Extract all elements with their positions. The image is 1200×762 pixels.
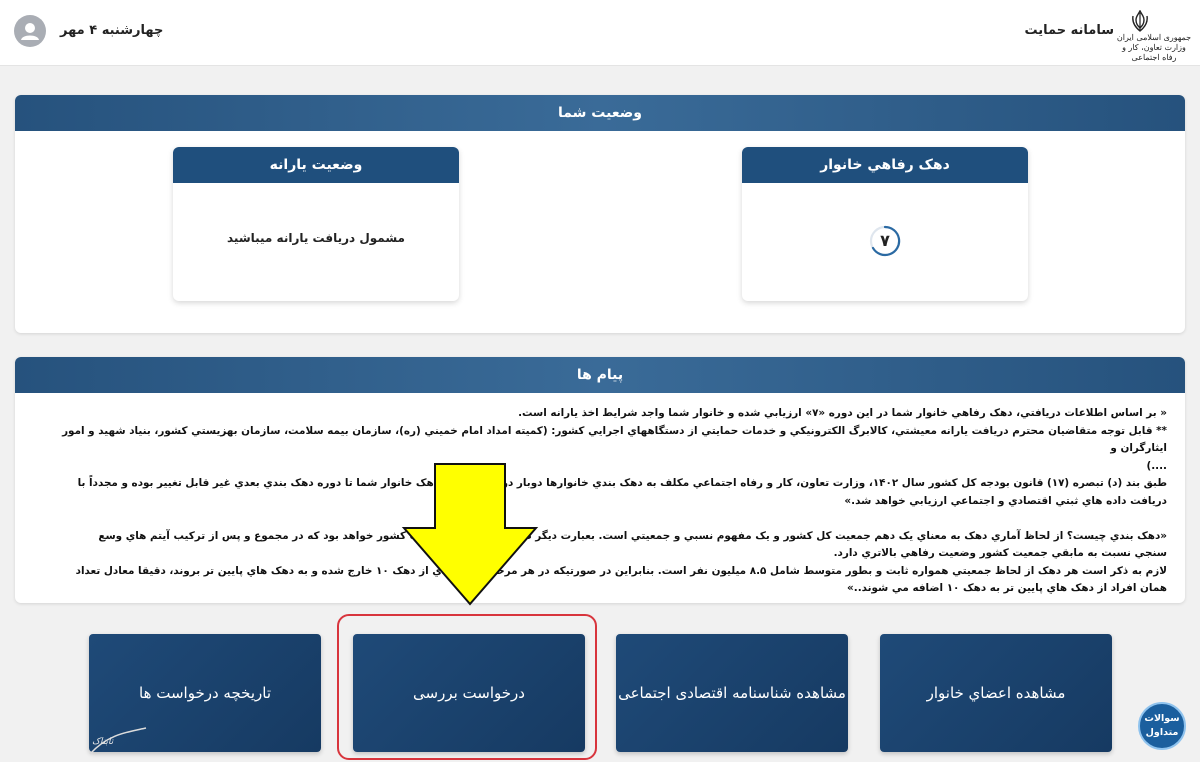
status-panel-title: وضعيت شما [15, 95, 1185, 131]
faq-button[interactable]: سوالات متداول [1138, 702, 1186, 750]
app-title: سامانه حمايت [1024, 23, 1115, 38]
top-bar: جمهوری اسلامی ایران وزارت تعاون، کار و ر… [0, 0, 1200, 66]
message-line: دريافت داده هاي ثبتي اقتصادي و اجتماعي ا… [844, 494, 1167, 507]
decile-card: دهک رفاهي خانوار ۷ [742, 147, 1028, 301]
user-avatar-icon[interactable] [14, 15, 46, 47]
subsidy-status-text: مشمول دريافت يارانه ميباشيد [227, 231, 405, 245]
subsidy-card-title: وضعيت يارانه [173, 147, 459, 183]
message-line: ** قابل توجه متقاضيان محترم دريافت ياران… [62, 424, 1167, 455]
message-line: « بر اساس اطلاعات دريافتي، دهک رفاهي خان… [518, 407, 1167, 419]
watermark-text: تابناک [92, 737, 114, 747]
message-line: طبق بند (د) تبصره (۱۷) قانون بودجه کل کش… [77, 477, 1167, 489]
decile-card-title: دهک رفاهي خانوار [742, 147, 1028, 183]
message-line: همان افراد از دهک هاي پايين تر به دهک ۱۰… [847, 582, 1167, 594]
faq-label-line1: سوالات [1144, 713, 1180, 724]
message-gap [33, 510, 1167, 528]
date-label: چهارشنبه ۴ مهر [60, 23, 164, 38]
messages-body: « بر اساس اطلاعات دريافتي، دهک رفاهي خان… [33, 405, 1167, 598]
message-line: لازم به ذکر است هر دهک از لحاظ جمعيتي هم… [75, 564, 1167, 577]
yellow-arrow-down-icon [401, 463, 539, 606]
faq-label-line2: متداول [1145, 727, 1179, 738]
message-line: ....) [1146, 459, 1167, 472]
view-socioeconomic-id-button[interactable]: مشاهده شناسنامه اقتصادی اجتماعی [616, 634, 848, 752]
status-panel: وضعيت شما دهک رفاهي خانوار ۷ وضعيت ياران… [15, 95, 1185, 333]
messages-panel-title: پيام ها [15, 357, 1185, 393]
decile-value: ۷ [880, 231, 890, 250]
iran-emblem-icon [1132, 10, 1148, 32]
messages-panel: پيام ها « بر اساس اطلاعات دريافتي، دهک ر… [15, 357, 1185, 603]
subsidy-card: وضعيت يارانه مشمول دريافت يارانه ميباشيد [173, 147, 459, 301]
view-family-members-button[interactable]: مشاهده اعضاي خانوار [880, 634, 1112, 752]
message-line: «دهک بندي چيست؟ از لحاظ آماري دهک به معن… [98, 529, 1167, 542]
message-line: سنجي نسبت به مابقي جمعيت کشور وضعيت رفاه… [833, 547, 1167, 559]
review-highlight-frame [337, 614, 597, 760]
ministry-name: جمهوری اسلامی ایران وزارت تعاون، کار و ر… [1116, 33, 1192, 62]
